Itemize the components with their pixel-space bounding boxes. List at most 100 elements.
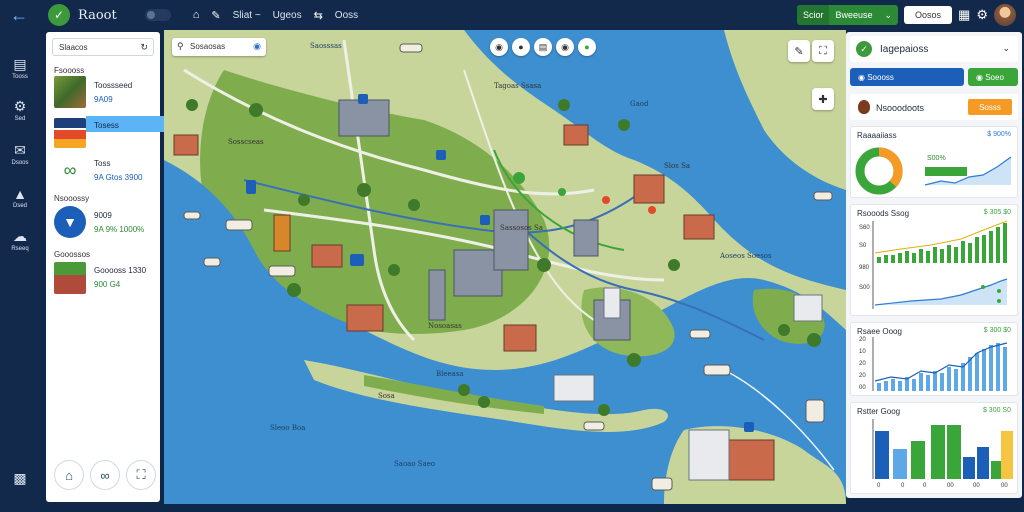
progress-track [925,167,967,176]
map-canvas[interactable]: ⚲ Sosaosas ◉ ◉ ● ▤ ◉ ● ✎ ⛶ ✚ Saosssas Ga… [164,30,846,504]
thumbnail-park[interactable] [54,76,86,108]
column-chart [872,419,1013,479]
map-label: Sassosos Sa [500,224,543,232]
donut-and-trend-chart [855,147,1012,195]
list-item-title: Gooooss 1330 [94,266,147,275]
column [963,457,975,479]
map-label: Saoao Saeo [394,460,436,468]
app-logo-icon[interactable]: ✓ [48,4,70,26]
thumbnail-building[interactable] [54,262,86,294]
axis-tick: 00 [1001,483,1008,489]
section-title: Gooossos [54,250,91,259]
edit-icon[interactable]: ✎ [211,9,220,22]
check-icon: ✓ [856,41,872,57]
axis-tick: 0 [923,483,927,489]
compass-button[interactable]: ✚ [812,88,834,110]
refresh-icon[interactable]: ↻ [140,42,148,53]
left-rail: ▤ Tooss ⚙ Sed ✉ Dsoos ▲ Dsed ☁ Rseeq ▩ [0,30,40,512]
list-item-value: 9A 9% 1000% [94,225,145,234]
status-pill-b[interactable]: Bweeuse [829,10,878,20]
nav-item-ooss[interactable]: Ooss [335,10,358,21]
rail-item-cloud[interactable]: ☁ Rseeq [0,228,40,252]
fullscreen-button[interactable]: ⛶ [126,460,156,490]
home-icon[interactable]: ⌂ [193,9,200,21]
axis-tick: 00 [973,483,980,489]
nav-item-sliat[interactable]: Sliat ~ [233,10,261,21]
route-icon[interactable]: ∞ [54,156,86,184]
map-tool-location[interactable]: ◉ [490,38,508,56]
bar-series [877,343,1007,391]
right-panel: ✓ Iagepaioss ⌄ ◉ Soooss ◉ Soeo Nsooodoot… [846,32,1022,498]
metric-card-blue-bars: Rsaee Ooog $ 300 $0 20 10 20 20 00 [850,322,1018,396]
primary-button[interactable]: ◉ Soooss [850,68,964,86]
map-search-input[interactable]: ⚲ Sosaosas ◉ [172,38,266,56]
list-item-value: 9A09 [94,95,113,104]
section-title: Nsooossy [54,194,90,203]
section-title: Nsooodoots [876,103,925,113]
map-label: Gaod [630,100,649,108]
list-item-title: Tosess [94,121,119,130]
axis-tick: 10 [859,349,866,355]
user-avatar[interactable] [994,4,1016,26]
list-item-title: Toossseed [94,81,133,90]
axis-tick: S0 [859,243,867,249]
mode-toggle[interactable] [144,9,171,21]
metric-card-columns: Rstter Goog $ 300 S0 0 0 0 00 00 00 [850,402,1018,494]
left-search-input[interactable]: Slaacos ↻ [52,38,154,56]
map-label: Nosoasas [428,322,462,330]
back-arrow-icon[interactable]: ← [0,0,38,30]
axis-tick: 00 [947,483,954,489]
metric-card-donut: Raaaaiiass $ 900% S00% [850,126,1018,198]
column [911,441,925,479]
fullscreen-map-button[interactable]: ⛶ [812,40,834,62]
map-tool-globe[interactable]: ● [578,38,596,56]
rail-item-settings[interactable]: ⚙ Sed [0,98,40,122]
map-tool-pin[interactable]: ◉ [556,38,574,56]
panel-title: Iagepaioss [880,44,929,55]
section-title: Fsoooss [54,66,85,75]
apps-grid-icon[interactable]: ▦ [958,7,970,23]
chevron-down-icon[interactable]: ⌄ [1002,43,1010,54]
search-icon: ⚲ [177,41,184,51]
nav-item-ugeos[interactable]: Ugeos [273,10,302,21]
pin-icon: ◉ [858,72,868,82]
rail-item-layers[interactable]: ▤ Tooss [0,56,40,80]
transfer-icon[interactable]: ⇆ [314,9,323,22]
rail-item-building[interactable]: ▩ [0,470,40,487]
panel-header: ✓ Iagepaioss ⌄ [850,36,1018,62]
map-label: Aoseos Soesos [720,252,772,260]
axis-tick: S00 [859,285,870,291]
thumbnail-flag[interactable] [54,118,86,148]
home-button[interactable]: ⌂ [54,460,84,490]
rail-item-chat[interactable]: ✉ Dsoos [0,142,40,166]
map-label: Sosscseas [228,138,264,146]
chat-icon: ✉ [14,142,26,158]
column [991,461,1001,479]
left-panel: Slaacos ↻ Fsoooss Toossseed 9A09 Tosess … [46,32,201,502]
chevron-down-icon[interactable]: ⌄ [879,10,899,21]
bar-trend-chart [872,220,1008,309]
axis-tick: 0 [877,483,881,489]
shield-badge-icon[interactable]: ▼ [54,206,86,238]
action-button[interactable]: Oosos [904,6,953,24]
list-item-title: 9009 [94,211,112,220]
status-pill[interactable]: Scior Bweeuse ⌄ [796,5,899,25]
map-tool-lock[interactable]: ● [512,38,530,56]
route-button[interactable]: ∞ [90,460,120,490]
donut-segment [878,147,903,188]
location-pin-icon[interactable]: ◉ [253,41,261,52]
gear-icon: ⚙ [13,98,27,114]
status-pill-a[interactable]: Scior [796,5,830,25]
settings-gear-icon[interactable]: ⚙ [976,7,988,23]
zoom-in-button[interactable]: ✎ [788,40,810,62]
column [893,449,907,479]
secondary-button[interactable]: ◉ Soeo [968,68,1018,86]
rail-item-shield[interactable]: ▲ Dsed [0,186,40,209]
map-tool-layers[interactable]: ▤ [534,38,552,56]
trend-line [874,220,1008,254]
section-action-button[interactable]: Sosss [968,99,1012,115]
map-label: Sosa [378,392,395,400]
column [875,431,889,479]
tower [273,214,291,252]
axis-tick: 980 [859,265,870,271]
